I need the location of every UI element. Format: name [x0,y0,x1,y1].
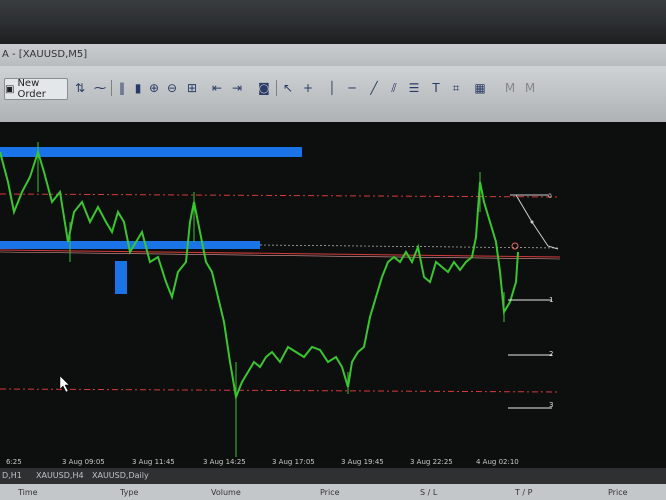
window-title: A - [XAUUSD,M5] [2,49,88,60]
cursor-icon[interactable]: ↖ [280,78,296,98]
zone-top [0,147,302,157]
indicators-icon[interactable]: ◙ [256,78,272,98]
fib-label-1: 1 [549,296,553,304]
fib-label-3: 3 [549,401,553,409]
trendline-icon[interactable]: ╱ [366,78,382,98]
price-chart[interactable]: 0 1 2 3 [0,122,666,462]
tab-h1[interactable]: D,H1 [2,471,22,480]
time-tick: 3 Aug 17:05 [272,458,315,466]
time-axis: 6:25 3 Aug 09:05 3 Aug 11:45 3 Aug 14:25… [0,456,666,468]
fib-label-0: 0 [548,193,552,200]
line-chart-icon[interactable]: ⁓ [92,78,108,98]
new-order-icon: ▣ [5,83,15,95]
time-tick: 3 Aug 19:45 [341,458,384,466]
time-tick: 3 Aug 11:45 [132,458,175,466]
time-tick: 6:25 [6,458,22,466]
col-sl[interactable]: S / L [420,488,437,497]
chart-shift-icon[interactable]: ⇥ [228,78,246,98]
price-marker [511,242,519,250]
vertical-line-icon[interactable]: │ [324,78,340,98]
text-icon[interactable]: T [428,78,444,98]
col-price[interactable]: Price [320,488,340,497]
trade-table-header: Time Type Volume Price S / L T / P Price [0,484,666,500]
pattern-drawing [510,194,559,250]
sort-icon[interactable]: ⇅ [72,78,88,98]
time-tick: 3 Aug 09:05 [62,458,105,466]
col-type[interactable]: Type [120,488,138,497]
price-chart-svg: 0 1 2 3 [0,142,561,457]
chart-toolbar: ▣ New Order ⇅ ⁓ ‖ ▮ ⊕ ⊖ ⊞ ⇤ ⇥ ◙ ↖ + │ ─ … [0,66,666,123]
new-order-label: New Order [17,78,46,100]
period-m1-icon[interactable]: M [500,78,520,98]
channel-icon[interactable]: ⫽ [386,78,402,98]
col-time[interactable]: Time [18,488,38,497]
tab-h4[interactable]: XAUUSD,H4 [36,471,84,480]
pattern-point [530,220,534,224]
tile-windows-icon[interactable]: ⊞ [184,78,200,98]
label-icon[interactable]: ⌗ [448,78,464,98]
zoom-out-icon[interactable]: ⊖ [164,78,180,98]
window-title-bar: A - [XAUUSD,M5] [0,44,666,66]
time-tick: 3 Aug 22:25 [410,458,453,466]
tab-daily[interactable]: XAUUSD,Daily [92,471,149,480]
period-m5-icon[interactable]: M [520,78,540,98]
shapes-dropdown-icon[interactable]: ▦ [470,78,490,98]
level-red-bottom [0,388,561,393]
chart-tabs: D,H1 XAUUSD,H4 XAUUSD,Daily [0,468,666,484]
col-tp[interactable]: T / P [515,488,533,497]
level-red-middle [0,249,561,258]
level-red-top [0,193,561,198]
price-wicks [37,142,505,457]
col-volume[interactable]: Volume [211,488,241,497]
zone-small [115,261,127,294]
new-order-button[interactable]: ▣ New Order [4,78,68,100]
level-dotted [259,244,561,249]
zoom-in-icon[interactable]: ⊕ [146,78,162,98]
candles-icon[interactable]: ▮ [130,78,146,98]
fibonacci-icon[interactable]: ☰ [406,78,422,98]
time-tick: 3 Aug 14:25 [203,458,246,466]
time-tick: 4 Aug 02:10 [476,458,519,466]
horizontal-line-icon[interactable]: ─ [344,78,360,98]
auto-scroll-icon[interactable]: ⇤ [208,78,226,98]
price-series [0,148,519,401]
bar-chart-icon[interactable]: ‖ [114,78,130,98]
monitor-glare [0,0,666,44]
fib-label-2: 2 [549,350,553,358]
crosshair-icon[interactable]: + [300,78,316,98]
col-price-current[interactable]: Price [608,488,628,497]
